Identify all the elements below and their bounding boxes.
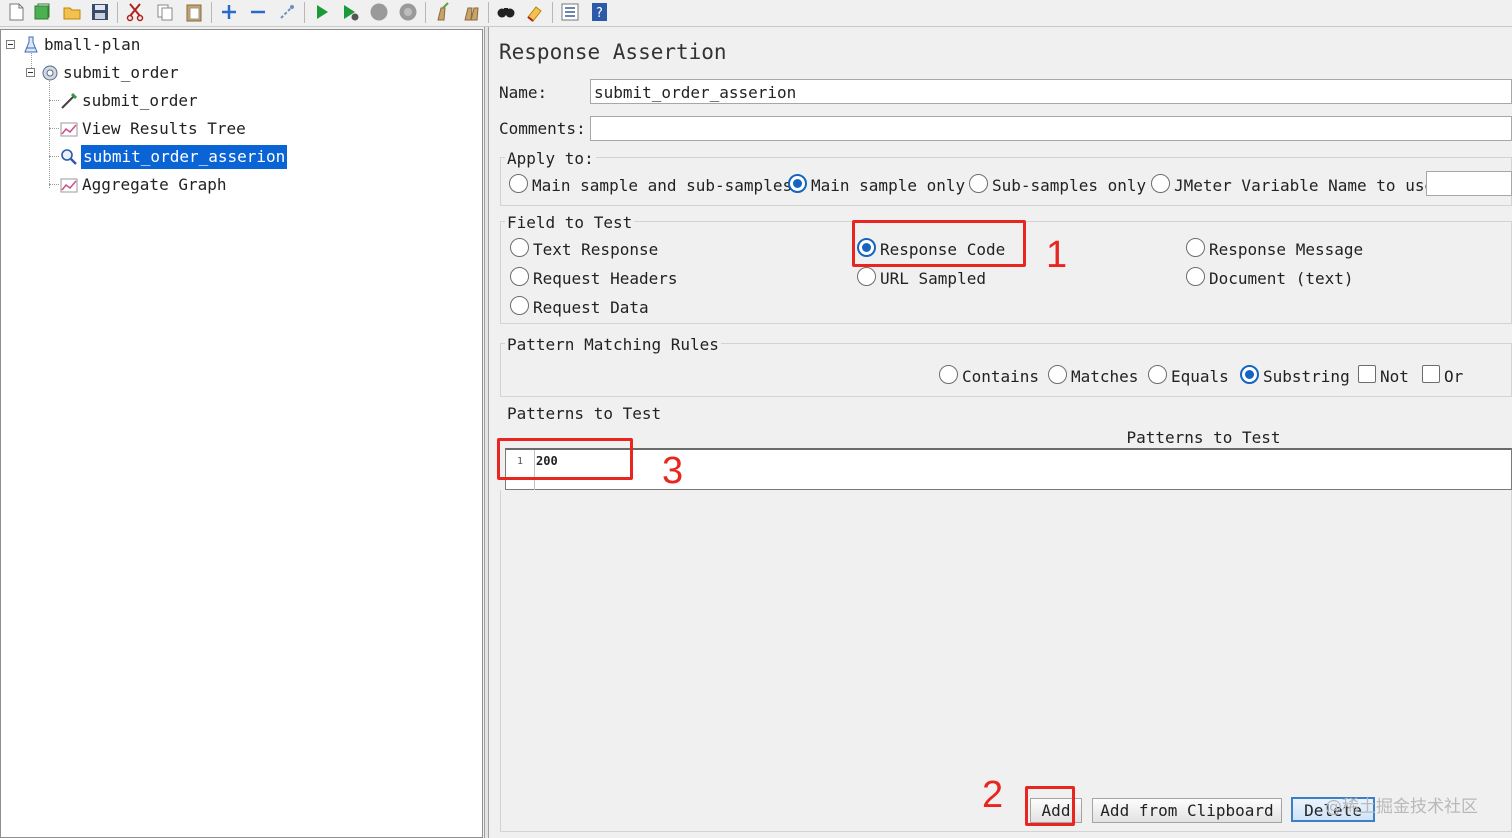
panel-title: Response Assertion xyxy=(499,40,727,64)
svg-text:?: ? xyxy=(596,6,603,21)
field-request-headers-label: Request Headers xyxy=(533,269,678,288)
save-icon[interactable] xyxy=(90,2,110,22)
patterns-title: Patterns to Test xyxy=(505,404,664,423)
field-request-data-radio[interactable] xyxy=(510,296,529,315)
apply-sub-only-label: Sub-samples only xyxy=(992,176,1147,195)
field-response-message-label: Response Message xyxy=(1209,240,1364,259)
http-sampler-icon xyxy=(60,92,78,109)
open-icon[interactable] xyxy=(62,2,82,22)
tree-item-test-plan[interactable]: bmall-plan xyxy=(44,35,140,55)
templates-icon[interactable] xyxy=(32,2,52,22)
apply-main-and-sub-label: Main sample and sub-samples xyxy=(532,176,793,195)
toggle-icon[interactable] xyxy=(277,2,297,22)
rule-not-checkbox[interactable] xyxy=(1358,365,1376,383)
jmeter-variable-field[interactable] xyxy=(1426,171,1512,196)
patterns-table-header: Patterns to Test xyxy=(505,428,1512,448)
rule-equals-label: Equals xyxy=(1171,367,1229,386)
search-icon[interactable] xyxy=(496,2,516,22)
apply-main-only-radio[interactable] xyxy=(788,174,807,193)
add-from-clipboard-button[interactable]: Add from Clipboard xyxy=(1092,798,1282,823)
annotation-box-2 xyxy=(1025,786,1075,826)
stop-icon[interactable] xyxy=(369,2,389,22)
annotation-box-3 xyxy=(497,438,633,480)
listener-icon xyxy=(60,176,78,193)
help-icon[interactable]: ? xyxy=(590,2,610,22)
shutdown-icon[interactable] xyxy=(398,2,418,22)
test-plan-tree: bmall-plan submit_order submit_order Vie… xyxy=(0,29,483,838)
start-no-pause-icon[interactable] xyxy=(340,2,360,22)
test-plan-icon xyxy=(23,36,39,53)
tree-item-aggregate-graph[interactable]: Aggregate Graph xyxy=(82,175,227,195)
field-url-sampled-radio[interactable] xyxy=(857,267,876,286)
field-text-response-label: Text Response xyxy=(533,240,659,259)
rule-contains-radio[interactable] xyxy=(939,365,958,384)
rule-matches-radio[interactable] xyxy=(1048,365,1067,384)
name-label: Name: xyxy=(499,83,548,102)
rule-contains-label: Contains xyxy=(962,367,1040,386)
clear-icon[interactable] xyxy=(432,2,452,22)
assertion-icon xyxy=(60,148,77,165)
thread-group-icon xyxy=(41,64,58,81)
cut-icon[interactable] xyxy=(125,2,145,22)
field-to-test-title: Field to Test xyxy=(505,213,635,232)
watermark: @稀土掘金技术社区 xyxy=(1325,797,1478,817)
apply-sub-only-radio[interactable] xyxy=(969,174,988,193)
rule-matches-label: Matches xyxy=(1071,367,1139,386)
tree-item-http-sampler[interactable]: submit_order xyxy=(82,91,198,111)
field-document-text-radio[interactable] xyxy=(1186,267,1205,286)
new-icon[interactable] xyxy=(6,2,26,22)
name-field[interactable]: submit_order_asserion xyxy=(590,79,1512,104)
tree-collapse-toggle[interactable] xyxy=(6,40,15,49)
annotation-box-1 xyxy=(852,220,1026,267)
patterns-column-header[interactable]: Patterns to Test xyxy=(505,428,1512,447)
expand-icon[interactable] xyxy=(219,2,239,22)
apply-jmeter-variable-radio[interactable] xyxy=(1151,174,1170,193)
rule-or-checkbox[interactable] xyxy=(1422,365,1440,383)
field-response-message-radio[interactable] xyxy=(1186,238,1205,257)
listener-icon xyxy=(60,120,78,137)
clear-all-icon[interactable] xyxy=(461,2,481,22)
field-document-text-label: Document (text) xyxy=(1209,269,1354,288)
annotation-number-2: 2 xyxy=(982,774,1004,816)
comments-label: Comments: xyxy=(499,119,586,138)
rule-substring-radio[interactable] xyxy=(1240,365,1259,384)
annotation-number-3: 3 xyxy=(662,450,684,492)
function-helper-icon[interactable] xyxy=(560,2,580,22)
field-text-response-radio[interactable] xyxy=(510,238,529,257)
tree-collapse-toggle[interactable] xyxy=(26,68,35,77)
apply-main-only-label: Main sample only xyxy=(811,176,966,195)
copy-icon[interactable] xyxy=(155,2,175,22)
rule-equals-radio[interactable] xyxy=(1148,365,1167,384)
comments-field[interactable] xyxy=(590,116,1512,141)
field-url-sampled-label: URL Sampled xyxy=(880,269,986,288)
toolbar: ? xyxy=(0,0,620,26)
tree-item-view-results-tree[interactable]: View Results Tree xyxy=(82,119,246,139)
rule-substring-label: Substring xyxy=(1263,367,1350,386)
rule-not-label: Not xyxy=(1380,367,1409,386)
patterns-group xyxy=(500,490,1512,832)
apply-to-title: Apply to: xyxy=(505,149,596,168)
paste-icon[interactable] xyxy=(184,2,204,22)
apply-jmeter-variable-label: JMeter Variable Name to use xyxy=(1174,176,1435,195)
split-pane-divider[interactable] xyxy=(484,27,489,838)
reset-search-icon[interactable] xyxy=(525,2,545,22)
apply-main-and-sub-radio[interactable] xyxy=(509,174,528,193)
matching-rules-title: Pattern Matching Rules xyxy=(505,335,721,354)
start-icon[interactable] xyxy=(312,2,332,22)
field-request-data-label: Request Data xyxy=(533,298,649,317)
patterns-table[interactable]: 1 200 xyxy=(505,448,1512,490)
rule-or-label: Or xyxy=(1444,367,1464,386)
annotation-number-1: 1 xyxy=(1046,234,1068,276)
tree-item-thread-group[interactable]: submit_order xyxy=(63,63,179,83)
field-request-headers-radio[interactable] xyxy=(510,267,529,286)
collapse-icon[interactable] xyxy=(248,2,268,22)
tree-item-response-assertion[interactable]: submit_order_asserion xyxy=(81,145,288,169)
